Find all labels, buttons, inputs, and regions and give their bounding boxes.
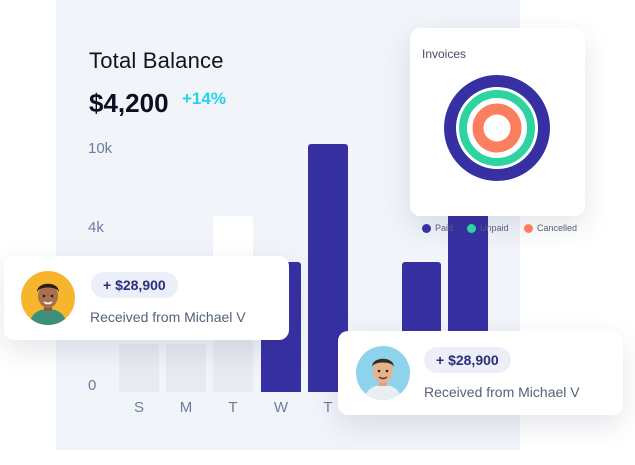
chart-bar [402,262,441,342]
x-tick-label: T [228,399,238,416]
balance-title: Total Balance [89,48,224,73]
person-avatar-icon [356,346,410,400]
amount-badge: + $28,900 [91,272,178,298]
avatar [356,346,410,400]
legend-label: Unpaid [480,223,509,233]
legend-item-unpaid: Unpaid [467,221,509,235]
received-from-text: Received from Michael V [424,384,580,400]
chart-bar [166,344,206,392]
x-tick-label: M [179,399,193,416]
balance-amount: $4,200 [89,88,169,118]
chart-bar [213,340,253,392]
x-tick-label: W [273,399,289,416]
invoices-donut-chart [444,75,550,181]
chart-bar [119,344,159,392]
legend-item-paid: Paid [422,221,453,235]
y-tick-label: 0 [88,377,97,394]
balance-change: +14% [182,89,226,108]
received-from-text: Received from Michael V [90,309,246,325]
cancelled-dot-icon [524,223,533,233]
unpaid-dot-icon [467,223,476,233]
invoices-title: Invoices [422,47,467,61]
y-tick-label: 10k [88,140,113,157]
amount-badge: + $28,900 [424,347,511,373]
legend-item-cancelled: Cancelled [524,221,577,235]
avatar [21,271,75,325]
person-avatar-icon [21,271,75,325]
legend-label: Cancelled [537,223,578,233]
invoices-card[interactable]: Invoices Paid Unpaid Cancelled [410,28,585,233]
payment-notification-card[interactable]: + $28,900 Received from Michael V [338,331,623,415]
paid-dot-icon [422,223,431,233]
legend-label: Paid [435,223,454,233]
payment-notification-card[interactable]: + $28,900 Received from Michael V [4,256,289,340]
donut-ring-cancelled [472,103,522,153]
x-tick-label: S [133,399,144,416]
y-tick-label: 4k [88,219,104,236]
